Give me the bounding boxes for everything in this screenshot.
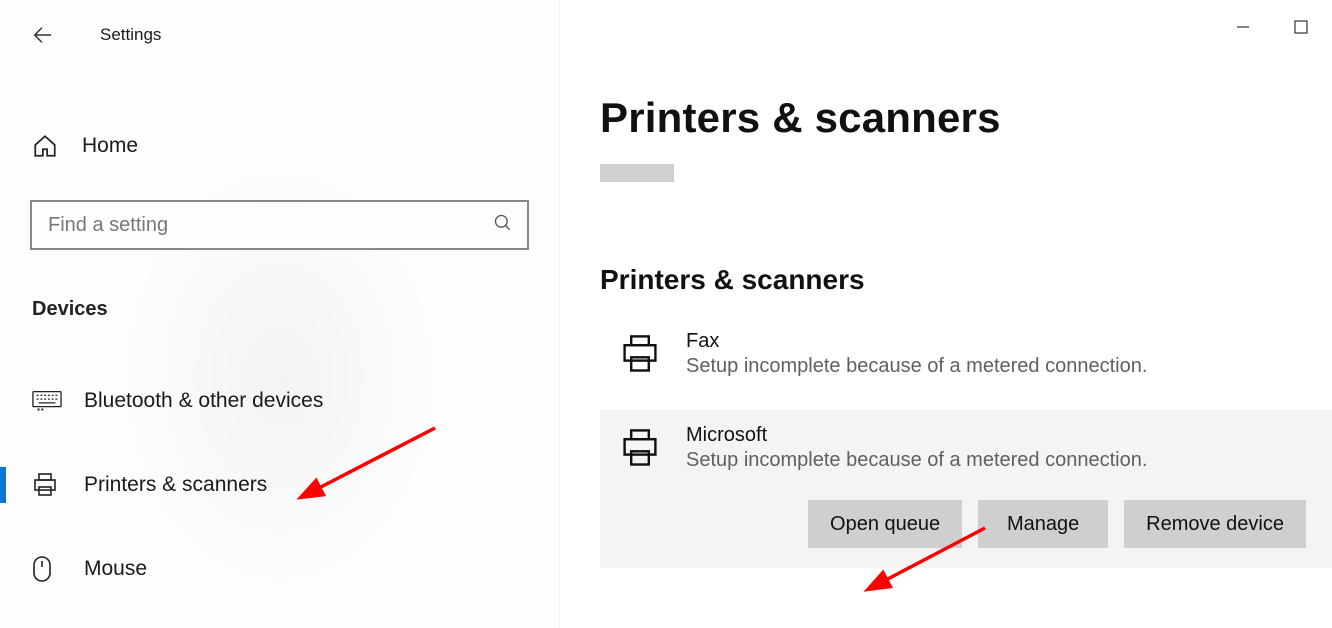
- app-title: Settings: [100, 25, 161, 45]
- redacted-block: [600, 164, 674, 182]
- page-title: Printers & scanners: [600, 94, 1332, 142]
- printer-status: Setup incomplete because of a metered co…: [686, 355, 1147, 378]
- content-pane: Printers & scanners Printers & scanners …: [560, 0, 1332, 628]
- sidebar-item-printers[interactable]: Printers & scanners: [0, 453, 559, 517]
- printer-item-fax[interactable]: Fax Setup incomplete because of a metere…: [600, 316, 1332, 392]
- printer-icon: [32, 472, 62, 498]
- remove-device-button[interactable]: Remove device: [1124, 500, 1306, 548]
- back-button[interactable]: [30, 23, 54, 47]
- open-queue-button[interactable]: Open queue: [808, 500, 962, 548]
- titlebar: Settings: [0, 10, 559, 60]
- nav-label: Bluetooth & other devices: [84, 389, 323, 413]
- section-heading: Printers & scanners: [600, 264, 1332, 296]
- nav-label: Mouse: [84, 557, 147, 581]
- maximize-button[interactable]: [1292, 18, 1310, 36]
- keyboard-icon: [32, 390, 62, 412]
- sidebar-home[interactable]: Home: [0, 118, 559, 174]
- sidebar-item-mouse[interactable]: Mouse: [0, 537, 559, 601]
- printer-icon: [614, 330, 666, 378]
- sidebar-item-bluetooth[interactable]: Bluetooth & other devices: [0, 369, 559, 433]
- mouse-icon: [32, 555, 62, 583]
- sidebar: Settings Home Devices: [0, 0, 560, 628]
- search-input[interactable]: [48, 214, 493, 237]
- printer-name: Fax: [686, 330, 1147, 353]
- printer-list: Fax Setup incomplete because of a metere…: [600, 316, 1332, 568]
- window-controls: [1234, 18, 1310, 36]
- nav-list: Bluetooth & other devices Printers & sca…: [0, 369, 559, 601]
- printer-name: Microsoft: [686, 424, 1147, 447]
- home-icon: [32, 133, 60, 159]
- minimize-button[interactable]: [1234, 18, 1252, 36]
- home-label: Home: [82, 134, 138, 158]
- manage-button[interactable]: Manage: [978, 500, 1108, 548]
- printer-icon: [614, 424, 666, 472]
- nav-label: Printers & scanners: [84, 473, 267, 497]
- printer-action-row: Open queue Manage Remove device: [600, 486, 1332, 568]
- printer-status: Setup incomplete because of a metered co…: [686, 449, 1147, 472]
- search-box[interactable]: [30, 200, 529, 250]
- arrow-left-icon: [31, 24, 53, 46]
- search-icon: [493, 213, 513, 238]
- sidebar-section-label: Devices: [32, 298, 559, 321]
- printer-item-microsoft[interactable]: Microsoft Setup incomplete because of a …: [600, 410, 1332, 486]
